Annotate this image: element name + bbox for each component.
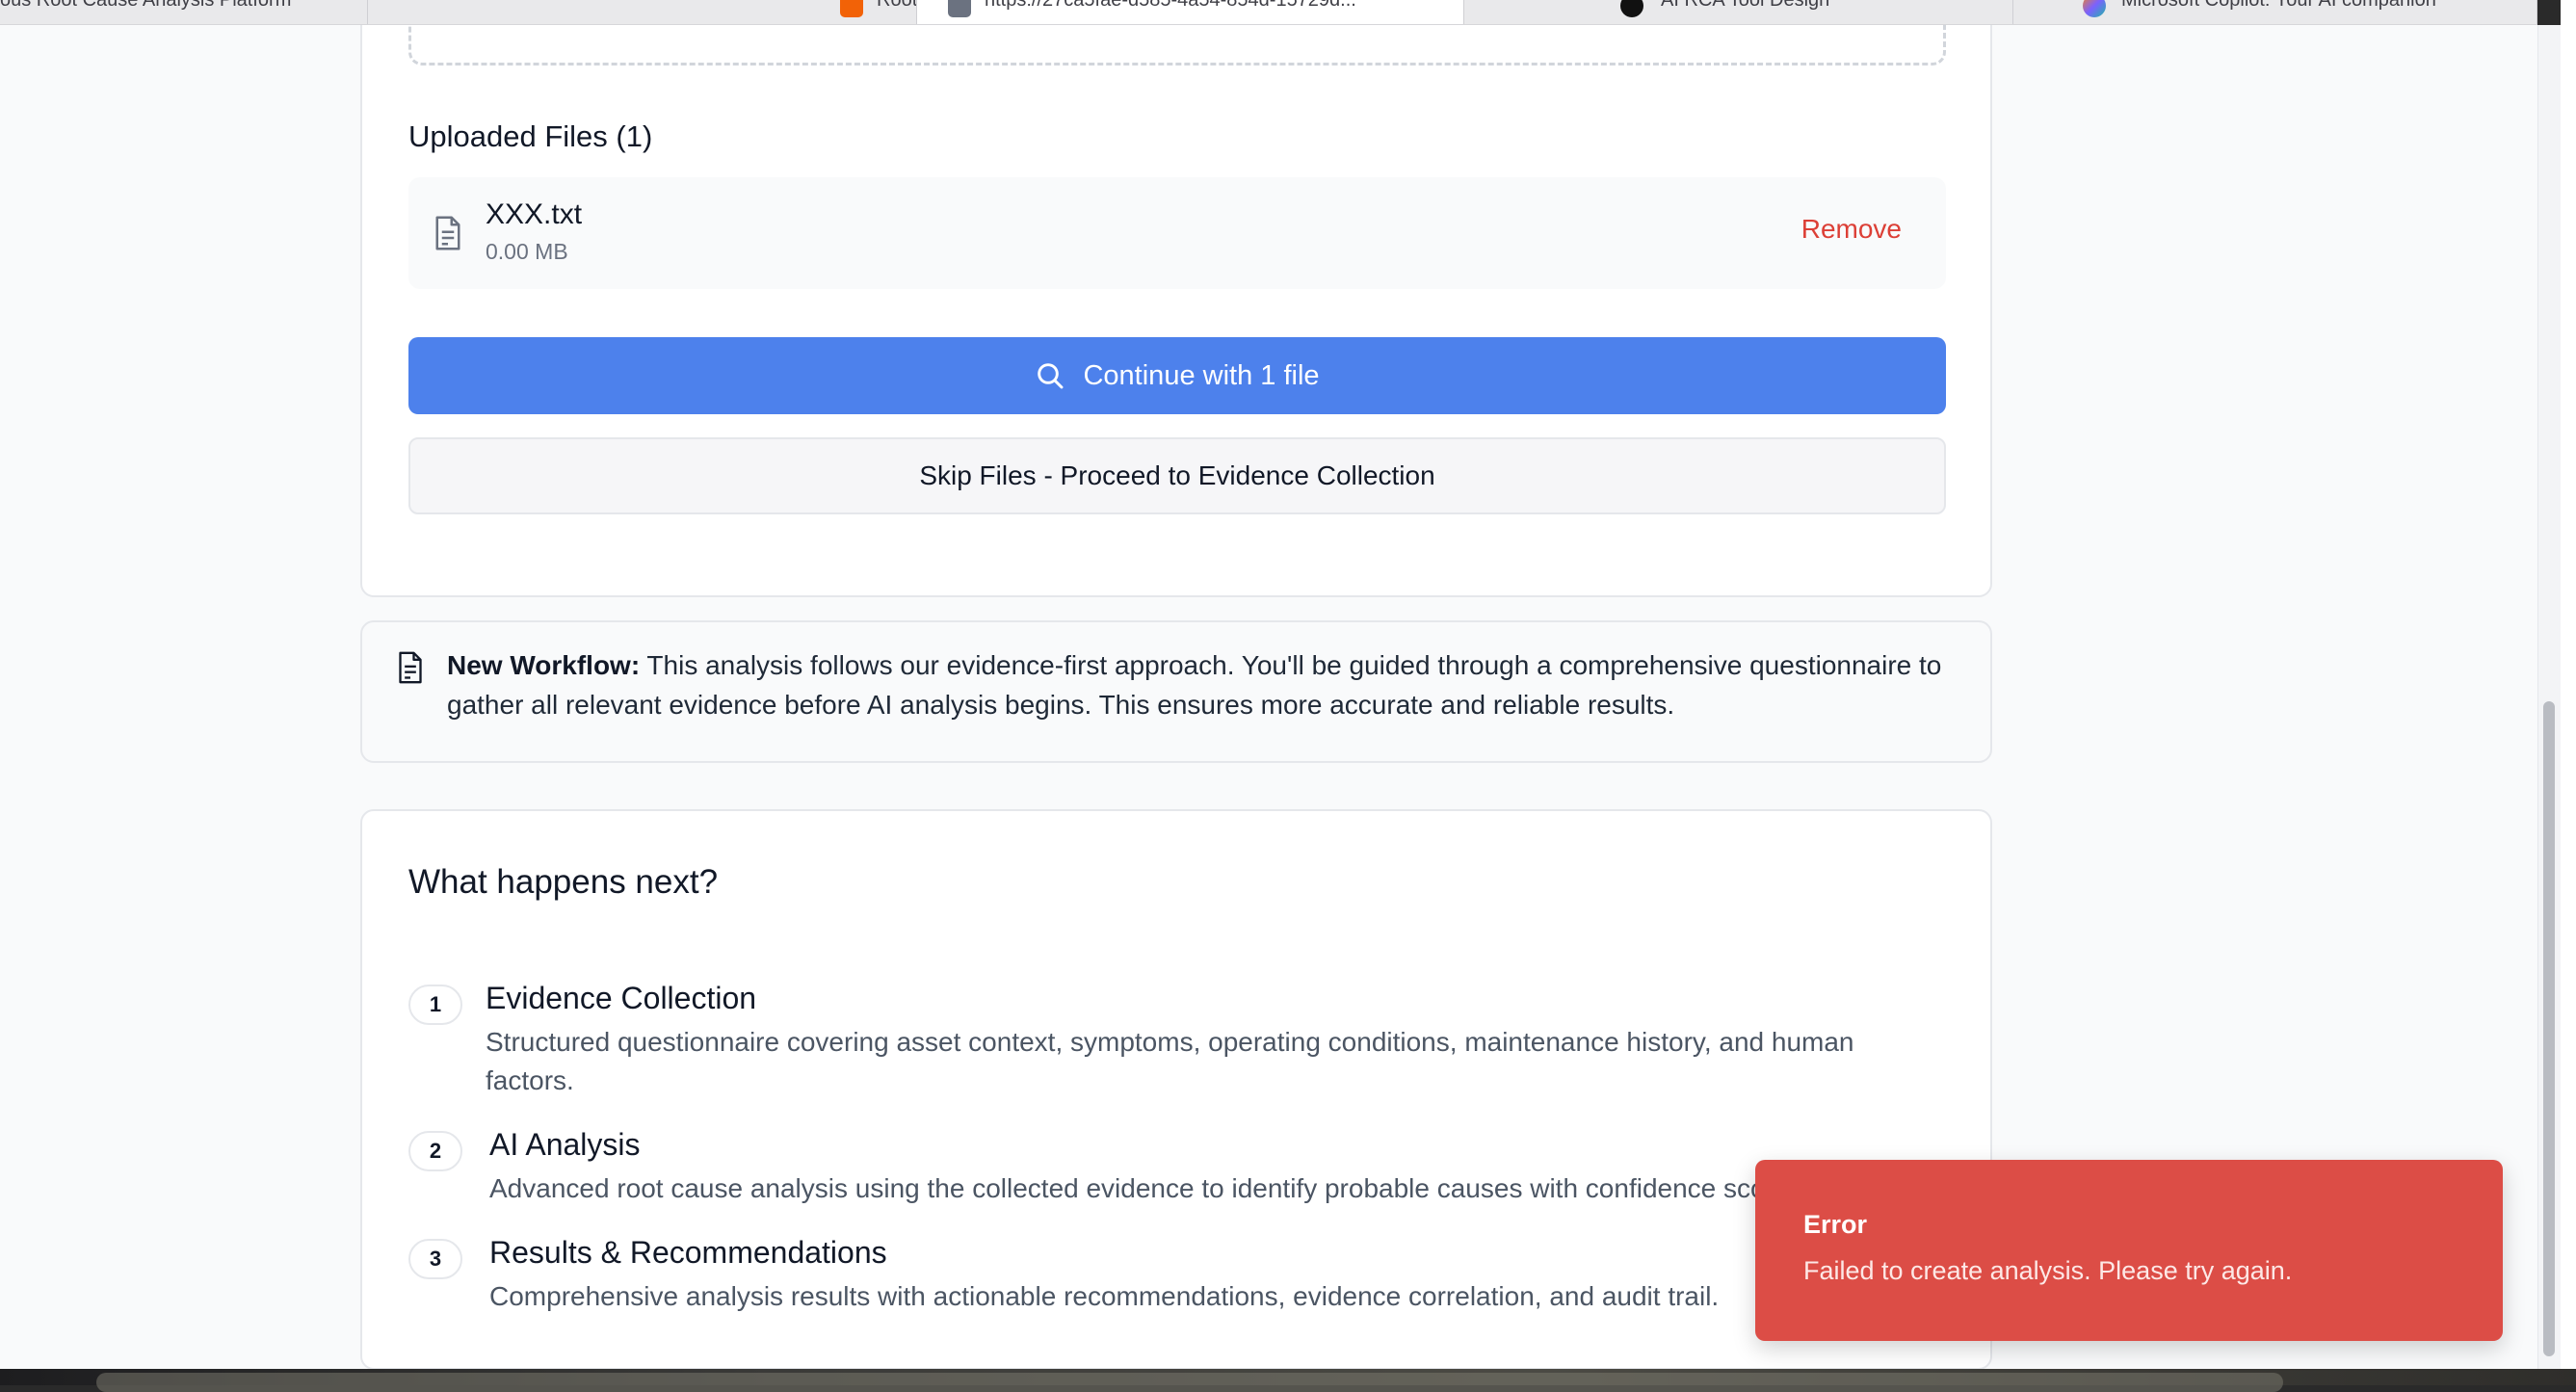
browser-tab-title: RootCauseIntelligence - Replit xyxy=(877,0,917,11)
scrollbar-thumb[interactable] xyxy=(2543,701,2555,1356)
next-steps-card: What happens next? 1 Evidence Collection… xyxy=(360,809,1992,1369)
window-edge xyxy=(2561,0,2576,1385)
workflow-notice: New Workflow: This analysis follows our … xyxy=(360,620,1992,763)
error-toast[interactable]: Error Failed to create analysis. Please … xyxy=(1755,1160,2503,1341)
browser-tab-3[interactable]: https://27ca5fae-d585-4a54-854d-15729d..… xyxy=(917,0,1464,24)
upload-card: Uploaded Files (1) XXX.txt 0.00 MB Remov… xyxy=(360,25,1992,597)
file-name: XXX.txt xyxy=(486,198,583,230)
file-dropzone[interactable] xyxy=(408,25,1946,66)
browser-tab-1[interactable]: ous Root Cause Analysis Platform xyxy=(0,0,368,24)
step-number-badge: 2 xyxy=(408,1131,462,1171)
uploaded-file-row: XXX.txt 0.00 MB Remove xyxy=(408,177,1946,289)
step-description: Comprehensive analysis results with acti… xyxy=(489,1281,1720,1311)
step-description: Advanced root cause analysis using the c… xyxy=(489,1173,1811,1203)
toast-title: Error xyxy=(1803,1210,1868,1239)
browser-tab-title: AI RCA Tool Design xyxy=(1661,0,1830,11)
notice-label: New Workflow: xyxy=(447,650,641,680)
browser-tab-4[interactable]: AI RCA Tool Design xyxy=(1464,0,2013,24)
desktop-dock-edge xyxy=(0,1369,2576,1392)
replit-favicon-icon xyxy=(840,0,863,17)
browser-tab-title: ous Root Cause Analysis Platform xyxy=(0,0,292,11)
file-text-icon xyxy=(435,216,460,250)
step-description: Structured questionnaire covering asset … xyxy=(486,1027,1854,1095)
step-number-badge: 1 xyxy=(408,985,462,1025)
next-steps-heading: What happens next? xyxy=(408,863,719,901)
step-title: Results & Recommendations xyxy=(489,1235,887,1270)
step-number-badge: 3 xyxy=(408,1239,462,1279)
copilot-favicon-icon xyxy=(2083,0,2106,17)
uploaded-files-heading: Uploaded Files (1) xyxy=(408,119,653,153)
notice-text: New Workflow: This analysis follows our … xyxy=(447,645,1950,724)
search-icon xyxy=(1038,363,1064,389)
notice-body: This analysis follows our evidence-first… xyxy=(447,650,1942,720)
browser-tab-2[interactable]: RootCauseIntelligence - Replit xyxy=(368,0,917,24)
step-title: Evidence Collection xyxy=(486,981,757,1015)
openai-favicon-icon xyxy=(1620,0,1643,17)
skip-files-button[interactable]: Skip Files - Proceed to Evidence Collect… xyxy=(408,437,1946,514)
browser-tab-title: Microsoft Copilot: Your AI companion xyxy=(2121,0,2436,11)
browser-tab-5[interactable]: Microsoft Copilot: Your AI companion xyxy=(2013,0,2537,24)
file-text-icon xyxy=(399,651,422,684)
site-favicon-icon xyxy=(948,0,971,17)
browser-tab-bar: ous Root Cause Analysis Platform RootCau… xyxy=(0,0,2537,25)
dock xyxy=(96,1373,2283,1392)
file-size: 0.00 MB xyxy=(486,239,568,264)
remove-file-button[interactable]: Remove xyxy=(1801,214,1902,245)
continue-button[interactable]: Continue with 1 file xyxy=(408,337,1946,414)
toast-message: Failed to create analysis. Please try ag… xyxy=(1803,1256,2293,1285)
step-title: AI Analysis xyxy=(489,1127,641,1162)
browser-tab-title: https://27ca5fae-d585-4a54-854d-15729d..… xyxy=(985,0,1356,11)
continue-button-label: Continue with 1 file xyxy=(1083,359,1320,391)
